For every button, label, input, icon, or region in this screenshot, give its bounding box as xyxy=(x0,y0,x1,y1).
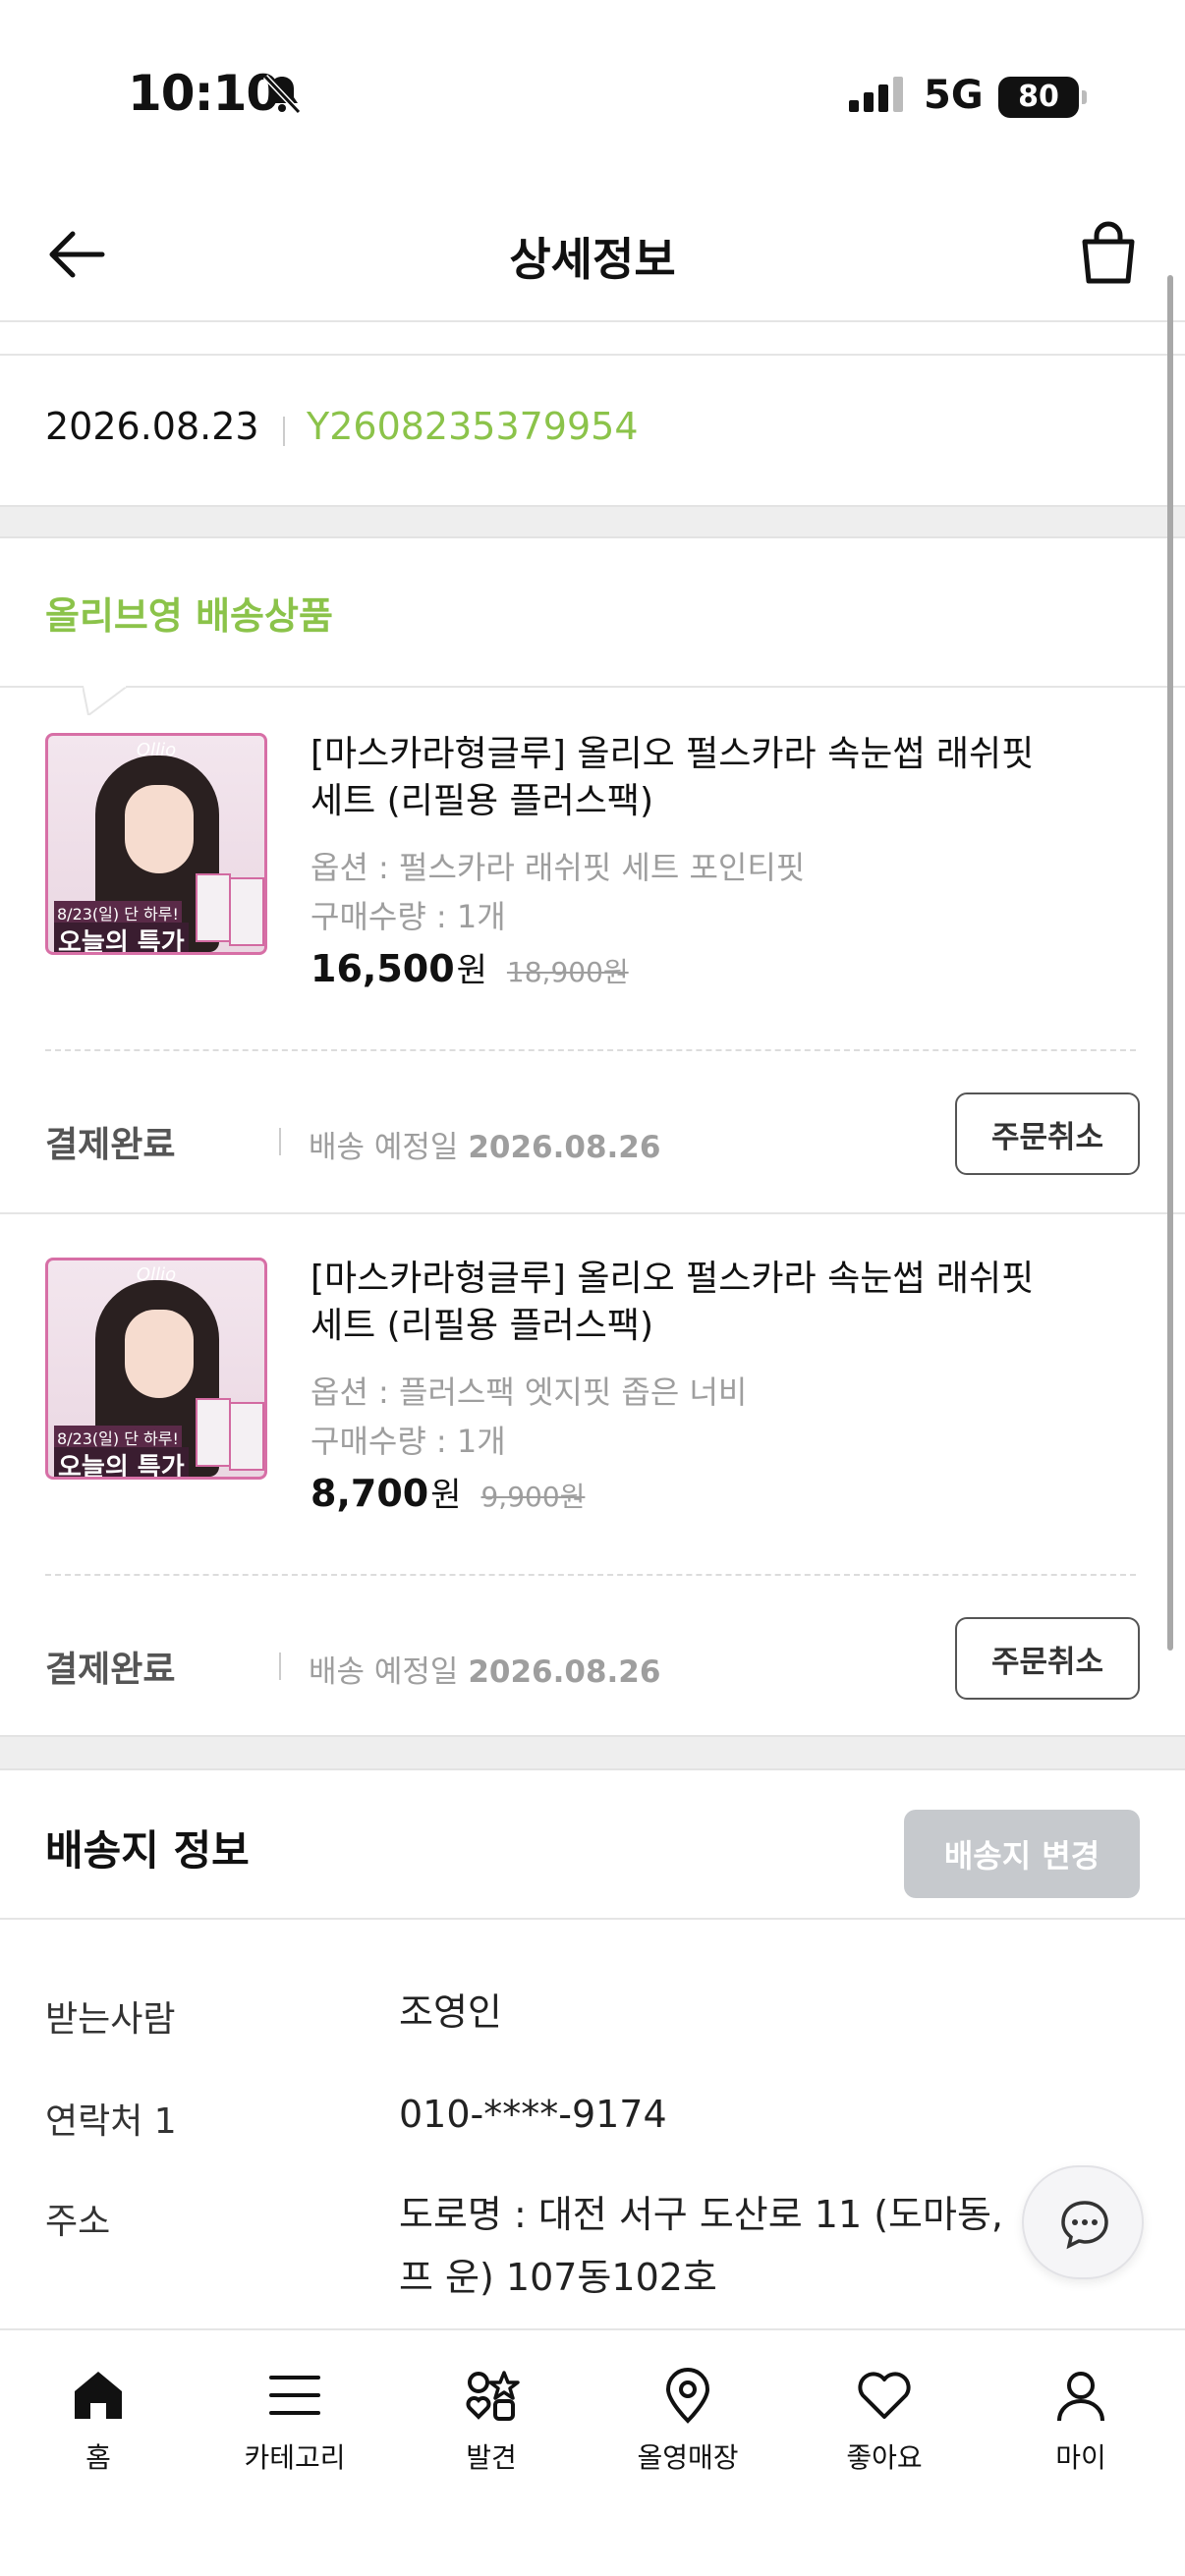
cancel-order-button[interactable]: 주문취소 xyxy=(955,1617,1140,1700)
original-price: 9,900원 xyxy=(480,1481,586,1513)
price-unit: 원 xyxy=(456,951,487,990)
bottom-navigation: 홈 카테고리 발견 올영매장 좋아요 마이 xyxy=(0,2328,1185,2576)
price-unit: 원 xyxy=(430,1476,462,1515)
order-date: 2026.08.23 xyxy=(45,405,259,448)
address-label: 주소 xyxy=(45,2202,111,2242)
nav-discover-label: 발견 xyxy=(466,2441,517,2474)
divider xyxy=(0,686,1185,688)
divider xyxy=(0,1212,1185,1214)
thumb-brand: Ollio xyxy=(136,740,177,760)
nav-my-label: 마이 xyxy=(1055,2441,1106,2474)
speech-tail-icon xyxy=(83,686,128,715)
product-price: 8,700원 9,900원 xyxy=(310,1468,585,1516)
phone-value: 010-****-9174 xyxy=(399,2093,667,2136)
thumb-promo-small: 8/23(일) 단 하루! xyxy=(54,1426,182,1449)
order-status: 결제완료 xyxy=(45,1125,176,1165)
chat-icon xyxy=(1061,2201,1108,2250)
dashed-divider xyxy=(45,1049,1136,1051)
thumb-package xyxy=(196,873,231,942)
location-pin-icon xyxy=(665,2368,710,2424)
order-status-row: 결제완료 배송 예정일 2026.08.26 주문취소 xyxy=(0,1617,1185,1715)
section-gap xyxy=(0,505,1185,538)
phone-label: 연락처 1 xyxy=(45,2101,177,2142)
product-card[interactable]: Ollio 8/23(일) 단 하루! 오늘의 특가 [마스카라형글루] 올리오… xyxy=(0,1258,1185,1570)
divider xyxy=(279,1128,281,1155)
product-thumbnail[interactable]: Ollio 8/23(일) 단 하루! 오늘의 특가 xyxy=(45,733,267,955)
thumb-face xyxy=(125,1310,194,1398)
bell-muted-icon xyxy=(259,71,305,120)
cancel-order-button[interactable]: 주문취소 xyxy=(955,1092,1140,1175)
home-icon xyxy=(75,2372,122,2419)
order-status-row: 결제완료 배송 예정일 2026.08.26 주문취소 xyxy=(0,1092,1185,1191)
nav-category-label: 카테고리 xyxy=(244,2441,346,2474)
change-address-button[interactable]: 배송지 변경 xyxy=(904,1810,1140,1898)
heart-icon xyxy=(858,2372,911,2419)
thumb-promo-small: 8/23(일) 단 하루! xyxy=(54,901,182,924)
delivery-eta-label: 배송 예정일 xyxy=(309,1654,459,1690)
nav-category[interactable]: 카테고리 xyxy=(197,2346,393,2493)
price-value: 16,500 xyxy=(310,947,455,990)
delivery-eta-date: 2026.08.26 xyxy=(468,1130,661,1165)
page-title: 상세정보 xyxy=(509,233,676,286)
nav-home[interactable]: 홈 xyxy=(0,2346,197,2493)
person-icon xyxy=(1057,2372,1104,2422)
order-status: 결제완료 xyxy=(45,1650,176,1690)
product-quantity: 구매수량 : 1개 xyxy=(310,1423,506,1460)
price-value: 8,700 xyxy=(310,1472,429,1515)
thumb-package xyxy=(229,1402,264,1471)
chat-button[interactable] xyxy=(1022,2165,1144,2279)
delivery-eta-label: 배송 예정일 xyxy=(309,1130,459,1165)
product-thumbnail[interactable]: Ollio 8/23(일) 단 하루! 오늘의 특가 xyxy=(45,1258,267,1480)
shipping-section-title: 배송지 정보 xyxy=(45,1826,250,1875)
nav-store-label: 올영매장 xyxy=(637,2441,739,2474)
product-name[interactable]: [마스카라형글루] 올리오 펄스카라 속눈썹 래쉬핏 세트 (리필용 플러스팩) xyxy=(310,731,1038,825)
menu-icon xyxy=(269,2376,320,2415)
delivery-eta: 배송 예정일 2026.08.26 xyxy=(309,1647,660,1691)
status-time: 10:10 xyxy=(128,65,280,122)
thumb-package xyxy=(196,1398,231,1467)
shopping-bag-icon[interactable] xyxy=(1075,220,1142,291)
nav-store[interactable]: 올영매장 xyxy=(590,2346,786,2493)
section-gap xyxy=(0,1735,1185,1770)
product-price: 16,500원 18,900원 xyxy=(310,943,629,991)
order-summary-row: 2026.08.23 Y2608235379954 xyxy=(0,354,1185,505)
thumb-brand: Ollio xyxy=(136,1264,177,1285)
receiver-label: 받는사람 xyxy=(45,1999,176,2040)
top-header: 상세정보 xyxy=(0,187,1185,322)
order-number[interactable]: Y2608235379954 xyxy=(307,405,639,448)
product-option: 옵션 : 펄스카라 래쉬핏 세트 포인티핏 xyxy=(310,849,806,886)
signal-icon xyxy=(849,77,906,116)
status-bar: 10:10 5G 80 xyxy=(0,0,1185,187)
address-value: 도로명 : 대전 서구 도산로 11 (도마동, 프 운) 107동102호 xyxy=(399,2193,1004,2299)
product-name[interactable]: [마스카라형글루] 올리오 펄스카라 속눈썹 래쉬핏 세트 (리필용 플러스팩) xyxy=(310,1256,1038,1350)
thumb-package xyxy=(229,877,264,946)
network-type: 5G xyxy=(924,73,984,118)
delivery-eta: 배송 예정일 2026.08.26 xyxy=(309,1122,660,1166)
scrollbar[interactable] xyxy=(1167,275,1173,1651)
battery-indicator: 80 xyxy=(998,77,1087,118)
nav-likes[interactable]: 좋아요 xyxy=(786,2346,983,2493)
delivery-eta-date: 2026.08.26 xyxy=(468,1654,661,1690)
thumb-promo-big: 오늘의 특가 xyxy=(54,1447,189,1477)
product-card[interactable]: Ollio 8/23(일) 단 하루! 오늘의 특가 [마스카라형글루] 올리오… xyxy=(0,733,1185,1045)
divider xyxy=(283,417,285,446)
nav-home-label: 홈 xyxy=(85,2441,111,2474)
divider xyxy=(0,1918,1185,1920)
dashed-divider xyxy=(45,1574,1136,1576)
original-price: 18,900원 xyxy=(506,956,629,988)
discover-icon xyxy=(466,2371,520,2421)
thumb-promo-big: 오늘의 특가 xyxy=(54,923,189,952)
receiver-value: 조영인 xyxy=(399,1990,502,2034)
thumb-face xyxy=(125,785,194,873)
nav-discover[interactable]: 발견 xyxy=(393,2346,590,2493)
delivery-section-title: 올리브영 배송상품 xyxy=(45,594,333,638)
product-option: 옵션 : 플러스팩 엣지핏 좁은 너비 xyxy=(310,1373,748,1411)
product-quantity: 구매수량 : 1개 xyxy=(310,898,506,935)
divider xyxy=(279,1652,281,1680)
nav-my[interactable]: 마이 xyxy=(983,2346,1179,2493)
nav-likes-label: 좋아요 xyxy=(846,2441,923,2474)
